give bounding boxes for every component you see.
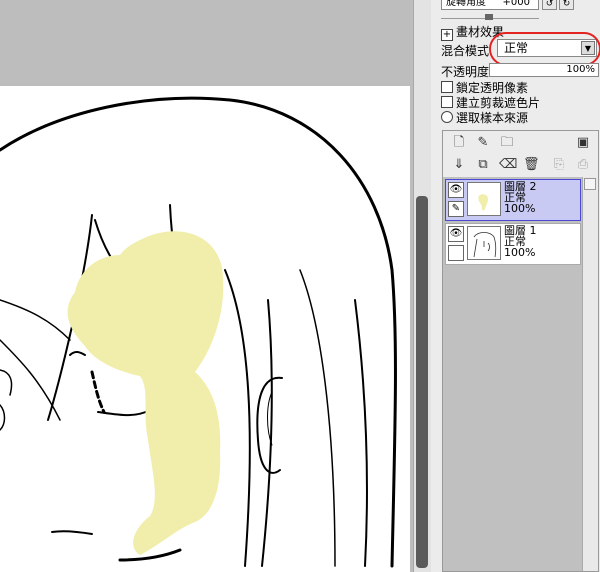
rotate-right-icon[interactable]: ↻ [559, 0, 574, 10]
sampling-source-label: 選取樣本來源 [456, 111, 529, 125]
checkbox-box[interactable] [441, 96, 453, 108]
opacity-value: 100% [566, 64, 595, 75]
radio-circle[interactable] [441, 111, 453, 123]
layer-index: 1 [529, 224, 537, 237]
scroll-up-button[interactable] [584, 178, 596, 190]
rotation-value: +000 [502, 0, 530, 8]
layer-index: 2 [529, 180, 537, 193]
opacity-slider[interactable]: 100% [489, 63, 599, 77]
layer-row[interactable]: 👁 圖層 1 正常 100% [445, 223, 581, 265]
canvas-vertical-scrollbar[interactable] [413, 0, 431, 572]
merge-down-icon[interactable]: ⧉ [475, 157, 491, 173]
paste-layer-icon[interactable]: ⎙ [575, 157, 591, 173]
blend-mode-label: 混合模式 [441, 44, 490, 58]
clipping-group-label: 建立剪裁遮色片 [456, 96, 541, 110]
lock-empty-icon[interactable] [448, 245, 464, 261]
rotation-row: 旋轉角度 +000 ↺ ↻ [431, 0, 600, 14]
clear-layer-icon[interactable]: ⌫ [499, 157, 517, 173]
layer-list-scrollbar[interactable] [582, 177, 598, 571]
trash-icon[interactable]: 🗑 [523, 157, 540, 173]
new-linework-layer-icon[interactable]: ✎ [475, 135, 491, 151]
rotation-label: 旋轉角度 [446, 0, 486, 8]
canvas-artwork [0, 96, 397, 568]
lock-transparency-label: 鎖定透明像素 [456, 81, 529, 95]
checkbox-box[interactable] [441, 81, 453, 93]
new-folder-icon[interactable]: 🗀 [499, 135, 515, 151]
layer-thumbnail [467, 182, 501, 216]
layer-list-panel: 🗋 ✎ 🗀 ▣ ⇓ ⧉ ⌫ 🗑 ⎘ ⎙ 👁 ✎ 圖層 2 正常 100% 👁 圖… [442, 130, 599, 572]
drawing-canvas[interactable] [0, 86, 410, 572]
annotation-highlight [489, 32, 600, 66]
sampling-source-radio[interactable]: 選取樣本來源 [441, 111, 528, 125]
lock-transparency-checkbox[interactable]: 鎖定透明像素 [441, 81, 528, 95]
layer-toolbar: 🗋 ✎ 🗀 ▣ ⇓ ⧉ ⌫ 🗑 ⎘ ⎙ [443, 131, 598, 177]
rotate-left-icon[interactable]: ↺ [542, 0, 557, 10]
eye-icon[interactable]: 👁 [448, 182, 464, 198]
clipping-group-checkbox[interactable]: 建立剪裁遮色片 [441, 96, 540, 110]
layer-properties-panel: 旋轉角度 +000 ↺ ↻ + 畫材效果 混合模式 正常 ▼ 不透明度 100% … [431, 0, 600, 572]
new-layer-icon[interactable]: 🗋 [451, 135, 467, 151]
scrollbar-thumb[interactable] [416, 196, 428, 568]
plus-box-icon[interactable]: + [441, 29, 453, 41]
opacity-label: 不透明度 [441, 65, 490, 79]
brush-icon[interactable]: ✎ [448, 201, 464, 217]
layer-info: 圖層 1 正常 100% [504, 225, 537, 258]
transfer-down-icon[interactable]: ⇓ [451, 157, 467, 173]
layer-opacity: 100% [504, 202, 536, 215]
copy-layer-icon[interactable]: ⎘ [551, 157, 567, 173]
layer-info: 圖層 2 正常 100% [504, 181, 537, 214]
rotation-field[interactable]: 旋轉角度 +000 [441, 0, 539, 10]
eye-icon[interactable]: 👁 [448, 226, 464, 242]
slider-knob[interactable] [485, 14, 493, 20]
rotation-slider[interactable] [441, 14, 539, 22]
paint-stroke [67, 231, 224, 555]
layer-mask-icon[interactable]: ▣ [575, 135, 591, 151]
layer-row[interactable]: 👁 ✎ 圖層 2 正常 100% [445, 179, 581, 221]
layer-thumbnail [467, 226, 501, 260]
layer-opacity: 100% [504, 246, 536, 259]
